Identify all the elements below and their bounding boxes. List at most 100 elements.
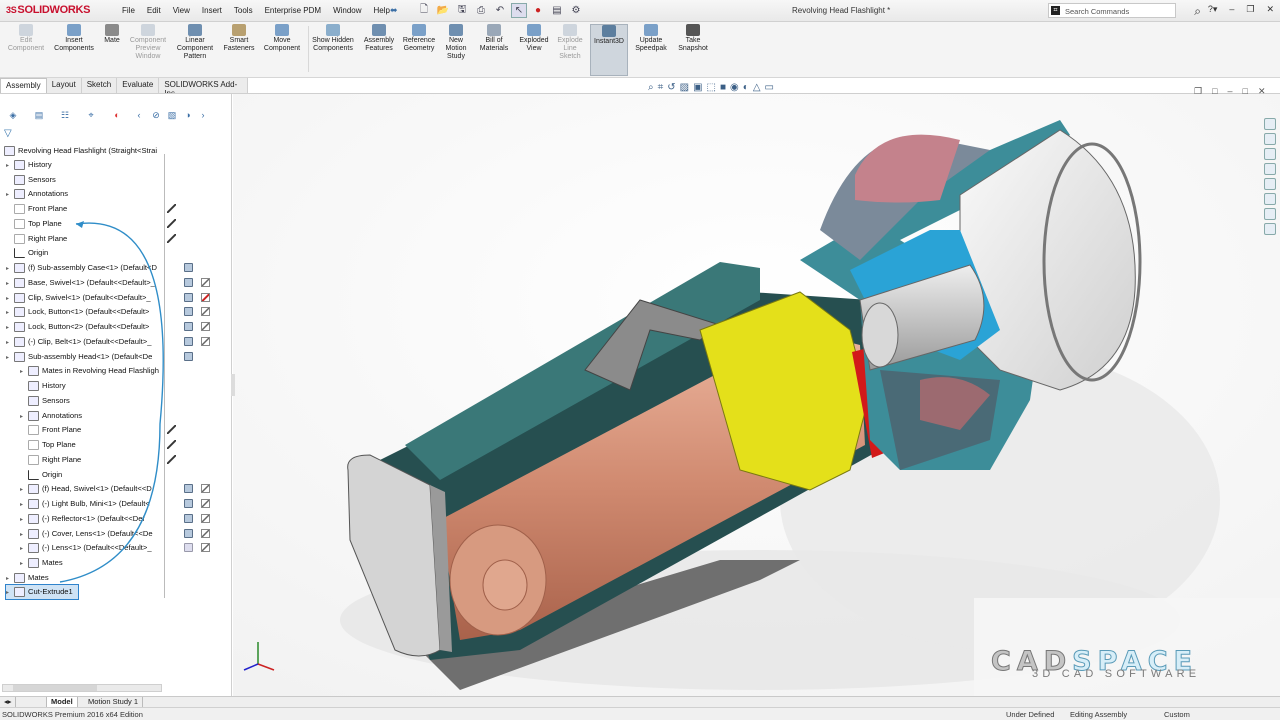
- new-document-icon[interactable]: 🗋: [416, 3, 432, 18]
- edit-component-button[interactable]: Edit Component: [4, 24, 48, 53]
- battery-terminal[interactable]: [482, 559, 528, 611]
- callout-arrowhead: [76, 221, 84, 228]
- take-snapshot-button[interactable]: Take Snapshot: [674, 24, 712, 53]
- task-pane-resources-icon[interactable]: [1264, 133, 1276, 145]
- tab-evaluate[interactable]: Evaluate: [117, 78, 160, 93]
- units-status[interactable]: Custom: [1164, 710, 1190, 719]
- close-icon[interactable]: ✕: [1266, 4, 1274, 15]
- cadspace-watermark: CADSPACE 3D CAD SOFTWARE: [974, 598, 1280, 696]
- hide-show-items-icon[interactable]: ◉: [730, 82, 739, 93]
- restore-icon[interactable]: ❐: [1246, 4, 1254, 15]
- task-pane-forum-icon[interactable]: [1264, 223, 1276, 235]
- task-pane-home-icon[interactable]: [1264, 118, 1276, 130]
- search-commands-field[interactable]: ⌗ Search Commands ⌕: [1048, 3, 1201, 18]
- print-icon[interactable]: ⎙: [473, 3, 489, 18]
- window-controls: ?▾ – ❐ ✕: [1208, 4, 1274, 15]
- tab-assembly[interactable]: Assembly: [0, 78, 47, 93]
- tab-addins[interactable]: SOLIDWORKS Add-Ins: [159, 78, 248, 98]
- save-icon[interactable]: 🖫: [454, 3, 470, 18]
- definition-status: Under Defined: [1006, 710, 1055, 719]
- new-motion-study-button[interactable]: New Motion Study: [440, 24, 472, 61]
- display-style-icon[interactable]: ■: [720, 82, 726, 93]
- show-hidden-components-button[interactable]: Show Hidden Components: [312, 24, 354, 53]
- bill-of-materials-button[interactable]: Bill of Materials: [476, 24, 512, 53]
- menu-window[interactable]: Window: [327, 6, 367, 15]
- menu-edit[interactable]: Edit: [141, 6, 167, 15]
- view-settings-icon[interactable]: ▭: [765, 82, 774, 93]
- viewport-window-buttons: ❐ □ – □ ✕: [1194, 86, 1266, 97]
- viewport-min-icon[interactable]: –: [1228, 86, 1233, 97]
- tab-sketch[interactable]: Sketch: [82, 78, 118, 93]
- cadspace-tagline: 3D CAD SOFTWARE: [1032, 668, 1201, 680]
- task-pane-tabs: [1264, 118, 1280, 248]
- pin-icon[interactable]: ⬌: [390, 5, 400, 15]
- apply-scene-icon[interactable]: △: [753, 82, 761, 93]
- explode-line-icon: [563, 24, 577, 36]
- callout-arrow: [59, 221, 164, 583]
- menu-file[interactable]: File: [116, 6, 141, 15]
- scrollbar-thumb[interactable]: [13, 685, 97, 691]
- task-pane-library-icon[interactable]: [1264, 148, 1276, 160]
- exploded-view-button[interactable]: Exploded View: [516, 24, 552, 53]
- task-pane-explorer-icon[interactable]: [1264, 163, 1276, 175]
- viewport-restore-icon[interactable]: ❐: [1194, 86, 1202, 97]
- bulb-base[interactable]: [861, 302, 899, 368]
- zoom-area-icon[interactable]: ⌗: [658, 82, 664, 93]
- viewport-max-icon[interactable]: □: [1243, 86, 1248, 97]
- open-icon[interactable]: 📂: [435, 3, 451, 18]
- minimize-icon[interactable]: –: [1229, 4, 1234, 15]
- section-view-icon[interactable]: ▨: [680, 82, 689, 93]
- assembly-features-button[interactable]: Assembly Features: [360, 24, 398, 53]
- tree-horizontal-scrollbar[interactable]: [2, 684, 162, 692]
- viewport-close-icon[interactable]: ✕: [1258, 86, 1266, 97]
- camera-icon: [686, 24, 700, 36]
- menu-tools[interactable]: Tools: [228, 6, 259, 15]
- undo-icon[interactable]: ↶: [492, 3, 508, 18]
- tab-nav-arrows[interactable]: ◂▸: [0, 697, 16, 707]
- mate-button[interactable]: Mate: [100, 24, 124, 45]
- instant3d-button[interactable]: Instant3D: [590, 24, 628, 76]
- viewport-tile-icon[interactable]: □: [1212, 86, 1217, 97]
- pattern-icon: [188, 24, 202, 36]
- tab-motion-study-1[interactable]: Motion Study 1: [84, 697, 144, 707]
- menu-insert[interactable]: Insert: [196, 6, 228, 15]
- edition-text: SOLIDWORKS Premium 2016 x64 Edition: [2, 710, 143, 719]
- insert-components-button[interactable]: Insert Components: [50, 24, 98, 53]
- menu-view[interactable]: View: [167, 6, 196, 15]
- help-dropdown-icon[interactable]: ?▾: [1208, 4, 1218, 15]
- options-gear-icon[interactable]: ⚙: [568, 3, 584, 18]
- menu-enterprise-pdm[interactable]: Enterprise PDM: [259, 6, 327, 15]
- solidworks-logo[interactable]: 3SSOLIDWORKS: [6, 4, 91, 16]
- file-properties-icon[interactable]: ▤: [549, 3, 565, 18]
- select-pointer-icon[interactable]: ↖: [511, 3, 527, 18]
- zoom-to-fit-icon[interactable]: ⌕: [648, 82, 654, 93]
- task-pane-appearances-icon[interactable]: [1264, 193, 1276, 205]
- component-preview-window-button[interactable]: Component Preview Window: [126, 24, 170, 61]
- previous-view-icon[interactable]: ↺: [667, 82, 675, 93]
- task-pane-palette-icon[interactable]: [1264, 178, 1276, 190]
- reference-geometry-button[interactable]: Reference Geometry: [400, 24, 438, 53]
- status-bar: SOLIDWORKS Premium 2016 x64 Edition Unde…: [0, 707, 1280, 720]
- tab-layout[interactable]: Layout: [47, 78, 82, 93]
- motion-study-icon: [449, 24, 463, 36]
- search-icon[interactable]: ⌕: [1194, 4, 1201, 19]
- explode-line-sketch-button[interactable]: Explode Line Sketch: [554, 24, 586, 61]
- heads-up-view-toolbar: ⌕ ⌗ ↺ ▨ ▣ ⬚ ■ ◉ ◐ △ ▭: [648, 82, 774, 93]
- move-icon: [275, 24, 289, 36]
- exploded-view-icon: [527, 24, 541, 36]
- view-orientation-icon[interactable]: ⬚: [707, 82, 716, 93]
- command-manager: Edit Component Insert Components Mate Co…: [0, 22, 1280, 78]
- instant3d-icon: [602, 25, 616, 37]
- move-component-button[interactable]: Move Component: [260, 24, 304, 53]
- insert-components-icon: [67, 24, 81, 36]
- speedpak-icon: [644, 24, 658, 36]
- task-pane-custom-props-icon[interactable]: [1264, 208, 1276, 220]
- update-speedpak-button[interactable]: Update Speedpak: [632, 24, 670, 53]
- smart-fasteners-button[interactable]: Smart Fasteners: [220, 24, 258, 53]
- edit-appearance-icon[interactable]: ◐: [743, 82, 749, 93]
- search-scope-icon[interactable]: ⌗: [1051, 6, 1060, 15]
- quick-access-toolbar: 🗋 📂 🖫 ⎙ ↶ ↖ ● ▤ ⚙: [416, 3, 584, 18]
- traffic-light-icon[interactable]: ●: [530, 3, 546, 18]
- dynamic-annotation-icon[interactable]: ▣: [693, 82, 702, 93]
- linear-component-pattern-button[interactable]: Linear Component Pattern: [172, 24, 218, 61]
